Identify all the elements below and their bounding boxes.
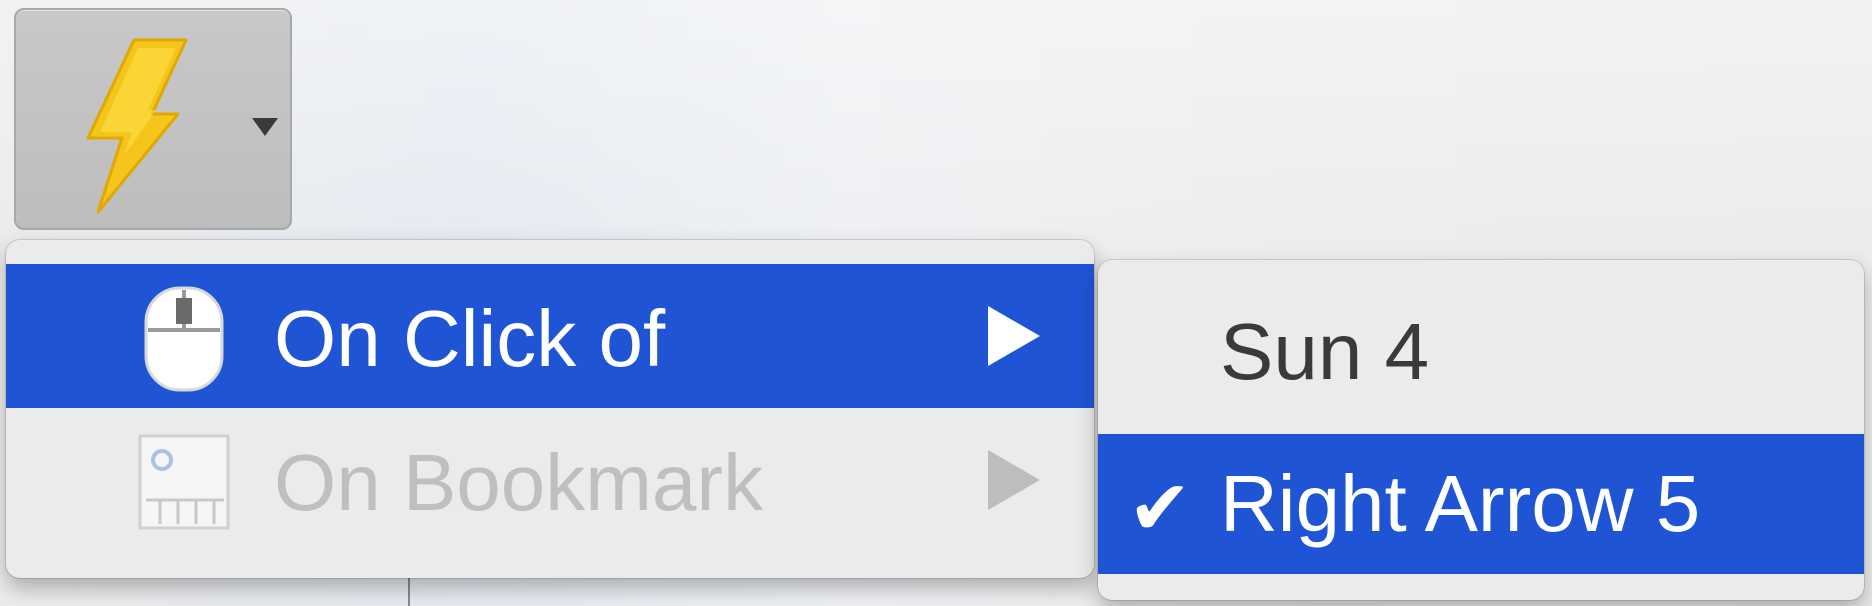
- bookmark-timeline-icon: [138, 434, 230, 530]
- menu-item-label: On Bookmark: [274, 438, 764, 527]
- lightning-bolt-icon: [86, 38, 188, 214]
- menu-item-label: On Click of: [274, 294, 666, 383]
- submenu-item-right-arrow-5[interactable]: ✔ Right Arrow 5: [1098, 434, 1864, 574]
- submenu-item-label: Right Arrow 5: [1220, 459, 1701, 548]
- trigger-action-button[interactable]: [14, 8, 292, 230]
- submenu-item-sun-4[interactable]: Sun 4: [1098, 282, 1864, 422]
- mouse-icon: [144, 286, 224, 392]
- submenu-arrow-icon: [988, 450, 1040, 510]
- triangle-down-icon[interactable]: [252, 118, 278, 136]
- on-click-of-submenu: Sun 4 ✔ Right Arrow 5: [1098, 260, 1864, 600]
- trigger-menu: On Click of On Bookmark: [6, 240, 1094, 578]
- submenu-item-label: Sun 4: [1220, 307, 1430, 396]
- submenu-arrow-icon: [988, 306, 1040, 366]
- checkmark-icon: ✔: [1128, 463, 1192, 552]
- menu-item-on-bookmark: On Bookmark: [6, 408, 1094, 552]
- menu-item-on-click-of[interactable]: On Click of: [6, 264, 1094, 408]
